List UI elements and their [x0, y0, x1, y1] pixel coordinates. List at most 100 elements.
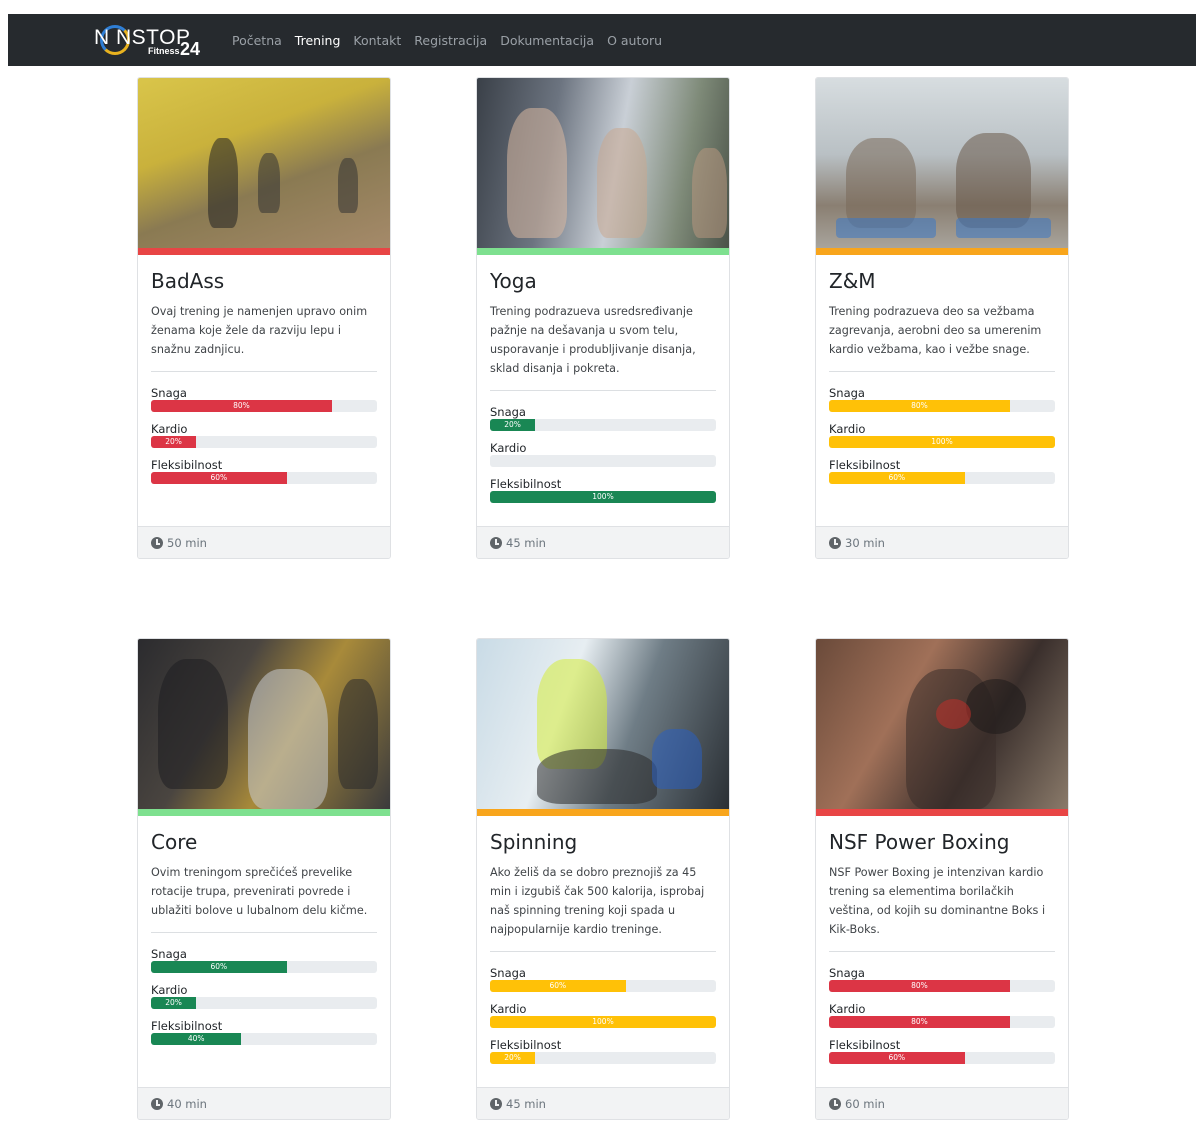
- skill-label: Snaga: [829, 386, 865, 400]
- duration: 45 min: [506, 1096, 546, 1111]
- duration: 50 min: [167, 535, 207, 550]
- card-body: Core Ovim treningom sprečićeš prevelike …: [138, 816, 390, 1045]
- clock-icon: [151, 536, 163, 549]
- nav-link-trening[interactable]: Trening: [295, 33, 341, 48]
- progress-bar: 20%: [151, 997, 197, 1009]
- card-footer: 40 min: [138, 1087, 390, 1119]
- progress-track: 40%: [151, 1033, 377, 1045]
- card-image: [138, 78, 390, 248]
- nav-link-dokumentacija[interactable]: Dokumentacija: [500, 33, 594, 48]
- progress-bar: 20%: [151, 436, 197, 448]
- progress-bar: 60%: [829, 1052, 965, 1064]
- card-title: Z&M: [829, 269, 876, 293]
- training-card-nsf-power-boxing[interactable]: NSF Power Boxing NSF Power Boxing je int…: [815, 638, 1069, 1120]
- card-stripe: [816, 809, 1068, 816]
- skill-label: Fleksibilnost: [829, 458, 901, 472]
- card-text: Trening podrazueva deo sa vežbama zagrev…: [829, 305, 1042, 356]
- skill-label: Kardio: [490, 441, 527, 455]
- skill-label: Snaga: [151, 947, 187, 961]
- progress-bar: 20%: [490, 1052, 536, 1064]
- card-footer: 45 min: [477, 1087, 729, 1119]
- duration: 30 min: [845, 535, 885, 550]
- card-footer: 30 min: [816, 526, 1068, 558]
- card-image: [816, 639, 1068, 809]
- divider: [151, 371, 377, 372]
- logo-subtext: Fitness: [148, 46, 180, 56]
- skill-label: Fleksibilnost: [490, 1038, 562, 1052]
- training-card-spinning[interactable]: Spinning Ako želiš da se dobro preznojiš…: [476, 638, 730, 1120]
- progress-track: 60%: [829, 1052, 1055, 1064]
- card-stripe: [138, 809, 390, 816]
- training-card-core[interactable]: Core Ovim treningom sprečićeš prevelike …: [137, 638, 391, 1120]
- card-text: Trening podrazueva usredsređivanje pažnj…: [490, 305, 696, 375]
- card-title: Yoga: [490, 269, 537, 293]
- progress-bar: 80%: [829, 980, 1010, 992]
- progress-bar: 100%: [829, 436, 1055, 448]
- card-text: Ako želiš da se dobro preznojiš za 45 mi…: [490, 866, 705, 936]
- card-title: NSF Power Boxing: [829, 830, 1010, 854]
- progress-track: 80%: [829, 400, 1055, 412]
- progress-track: 60%: [490, 980, 716, 992]
- skill-list: Snaga 60% Kardio 20% Fleksibilnost 40%: [151, 947, 377, 1045]
- navbar: N NSTOP Fitness 24 Početna Trening Konta…: [8, 14, 1196, 66]
- card-footer: 60 min: [816, 1087, 1068, 1119]
- skill-label: Snaga: [490, 405, 526, 419]
- skill-label: Kardio: [490, 1002, 527, 1016]
- progress-bar: 60%: [490, 980, 626, 992]
- divider: [490, 390, 716, 391]
- progress-bar: 60%: [151, 961, 287, 973]
- divider: [829, 371, 1055, 372]
- card-stripe: [816, 248, 1068, 255]
- nav-link-kontakt[interactable]: Kontakt: [353, 33, 401, 48]
- card-body: Spinning Ako želiš da se dobro preznojiš…: [477, 816, 729, 1064]
- card-stripe: [138, 248, 390, 255]
- progress-track: 20%: [490, 1052, 716, 1064]
- divider: [151, 932, 377, 933]
- progress-track: 20%: [151, 436, 377, 448]
- skill-list: Snaga 80% Kardio 100% Fleksibilnost 60%: [829, 386, 1055, 484]
- progress-track: 80%: [829, 1016, 1055, 1028]
- skill-label: Kardio: [151, 422, 188, 436]
- skill-list: Snaga 80% Kardio 20% Fleksibilnost 60%: [151, 386, 377, 484]
- card-body: Z&M Trening podrazueva deo sa vežbama za…: [816, 255, 1068, 484]
- training-card-zm[interactable]: Z&M Trening podrazueva deo sa vežbama za…: [815, 77, 1069, 559]
- progress-track: 100%: [829, 436, 1055, 448]
- clock-icon: [490, 1097, 502, 1110]
- card-body: NSF Power Boxing NSF Power Boxing je int…: [816, 816, 1068, 1064]
- duration: 40 min: [167, 1096, 207, 1111]
- card-stripe: [477, 809, 729, 816]
- logo-number: 24: [180, 39, 201, 59]
- progress-bar: 60%: [151, 472, 287, 484]
- divider: [829, 951, 1055, 952]
- skill-label: Kardio: [829, 422, 866, 436]
- skill-label: Fleksibilnost: [829, 1038, 901, 1052]
- progress-track: 60%: [829, 472, 1055, 484]
- skill-label: Snaga: [490, 966, 526, 980]
- skill-label: Fleksibilnost: [151, 458, 223, 472]
- nav-links: Početna Trening Kontakt Registracija Dok…: [232, 33, 662, 48]
- duration: 45 min: [506, 535, 546, 550]
- training-card-yoga[interactable]: Yoga Trening podrazueva usredsređivanje …: [476, 77, 730, 559]
- card-image: [477, 639, 729, 809]
- progress-track: 100%: [490, 491, 716, 503]
- progress-track: 60%: [151, 472, 377, 484]
- progress-track: 20%: [151, 997, 377, 1009]
- card-footer: 50 min: [138, 526, 390, 558]
- training-card-badass[interactable]: BadAss Ovaj trening je namenjen upravo o…: [137, 77, 391, 559]
- card-text: Ovim treningom sprečićeš prevelike rotac…: [151, 866, 368, 917]
- skill-list: Snaga 80% Kardio 80% Fleksibilnost 60%: [829, 966, 1055, 1064]
- progress-bar: 80%: [829, 400, 1010, 412]
- progress-bar: 80%: [151, 400, 332, 412]
- skill-list: Snaga 20% Kardio Fleksibilnost 100%: [490, 405, 716, 503]
- skill-label: Kardio: [829, 1002, 866, 1016]
- nav-link-registracija[interactable]: Registracija: [414, 33, 487, 48]
- nav-link-o-autoru[interactable]: O autoru: [607, 33, 662, 48]
- skill-label: Snaga: [151, 386, 187, 400]
- card-text: Ovaj trening je namenjen upravo onim žen…: [151, 305, 368, 356]
- card-image: [477, 78, 729, 248]
- card-body: BadAss Ovaj trening je namenjen upravo o…: [138, 255, 390, 484]
- clock-icon: [829, 536, 841, 549]
- nav-link-pocetna[interactable]: Početna: [232, 33, 282, 48]
- progress-bar: 100%: [490, 491, 716, 503]
- brand-logo[interactable]: N NSTOP Fitness 24: [94, 20, 216, 60]
